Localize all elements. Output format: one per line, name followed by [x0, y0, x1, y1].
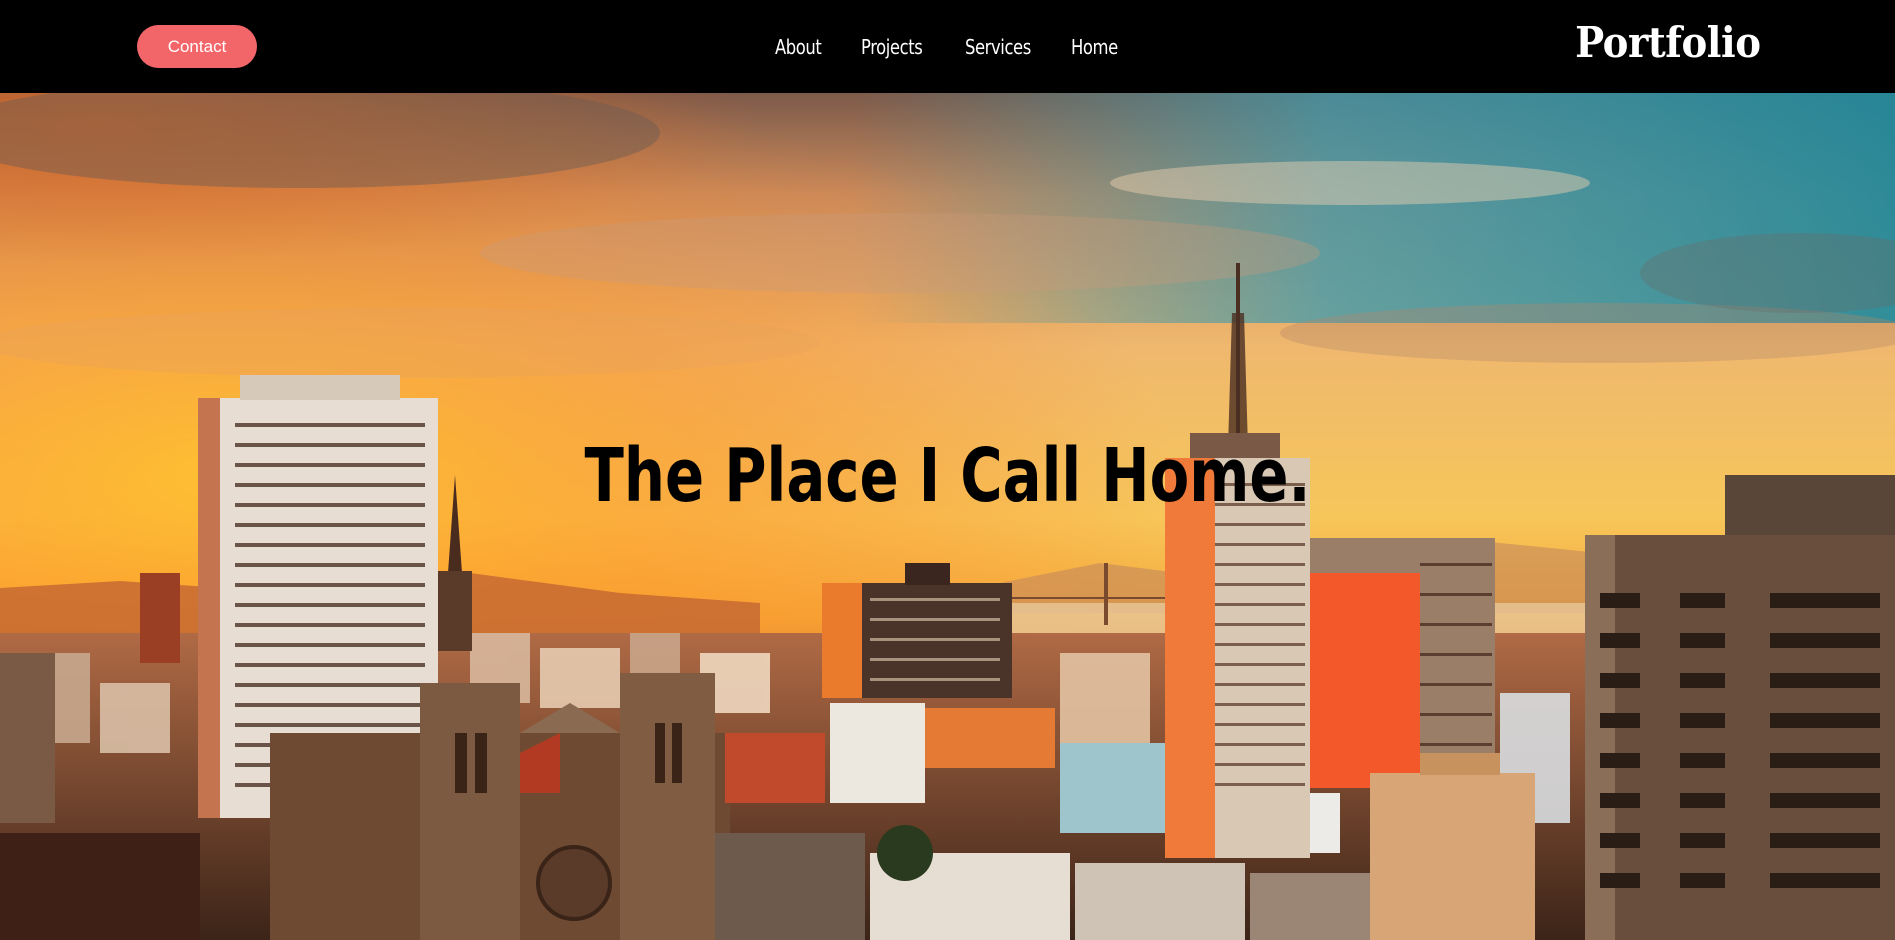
contact-button[interactable]: Contact	[137, 25, 257, 68]
nav-link-projects[interactable]: Projects	[861, 35, 923, 59]
nav-link-about[interactable]: About	[775, 35, 822, 59]
nav-link-services[interactable]: Services	[965, 35, 1031, 59]
top-navbar: Contact About Projects Services Home Por…	[0, 0, 1895, 93]
nav-link-home[interactable]: Home	[1071, 35, 1118, 59]
hero-title: The Place I Call Home.	[584, 433, 1311, 519]
hero-section: The Place I Call Home.	[0, 93, 1895, 940]
portfolio-page: Contact About Projects Services Home Por…	[0, 0, 1895, 940]
brand-logo[interactable]: Portfolio	[1576, 18, 1762, 67]
